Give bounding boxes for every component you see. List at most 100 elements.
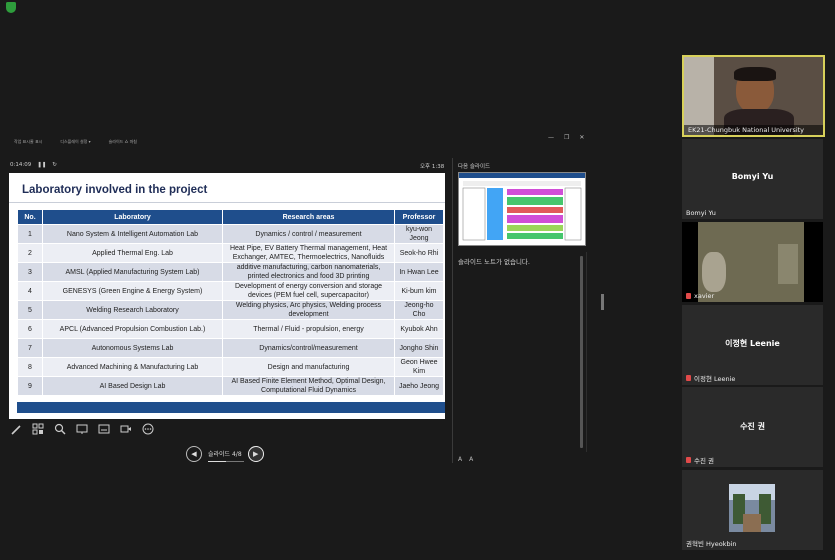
video-icon[interactable] — [119, 422, 133, 436]
lab-number-cell: 8 — [17, 357, 43, 377]
research-areas-cell: Design and manufacturing — [222, 357, 395, 377]
lab-number-cell: 1 — [17, 224, 43, 244]
current-slide[interactable]: Laboratory involved in the project No. L… — [9, 173, 445, 419]
research-areas-cell: Thermal / Fluid - propulsion, energy — [222, 319, 395, 339]
professor-cell: Jongho Shin — [394, 338, 444, 358]
table-row: 4 GENESYS (Green Engine & Energy System) D… — [17, 281, 444, 301]
next-slide-thumbnail[interactable] — [458, 172, 586, 246]
laboratory-cell: Advanced Machining & Manufacturing Lab — [42, 357, 223, 377]
participant-tile[interactable]: 수진 권 수진 권 — [682, 387, 823, 467]
participant-tile[interactable]: Bomyi Yu Bomyi Yu — [682, 139, 823, 219]
lab-number-cell: 5 — [17, 300, 43, 320]
previous-slide-button[interactable]: ◀ — [186, 445, 202, 462]
table-row: 9 AI Based Design Lab AI Based Finite Elem… — [17, 376, 444, 396]
resize-handle[interactable] — [601, 294, 604, 310]
presentation-timer: 0:14:09 ❚❚ ↻ — [10, 162, 57, 168]
restore-button[interactable]: ❐ — [564, 134, 569, 141]
clock: 오후 1:38 — [420, 164, 445, 170]
participant-name: 이정현 Leenie — [686, 373, 735, 383]
research-areas-cell: Heat Pipe, EV Battery Thermal management… — [222, 243, 395, 263]
table-row: 8 Advanced Machining & Manufacturing Lab D… — [17, 357, 444, 377]
participant-center-name: 이정현 Leenie — [725, 339, 780, 348]
next-slide-label: 다음 슬라이드 — [458, 164, 491, 170]
decrease-font-button[interactable]: A — [469, 456, 473, 463]
professor-cell: Ki-bum kim — [394, 281, 444, 301]
participant-hair — [734, 67, 776, 81]
subtitles-icon[interactable] — [97, 422, 111, 436]
shield-icon — [6, 2, 16, 13]
laboratory-table: No. Laboratory Research areas Professor … — [17, 209, 444, 396]
table-row: 3 AMSL (Applied Manufacturing System Lab)… — [17, 262, 444, 282]
next-slide-diagram — [459, 173, 585, 241]
title-divider — [9, 202, 445, 203]
photo-path — [743, 514, 761, 532]
mic-muted-icon — [686, 375, 691, 381]
participant-name: EK21-Chungbuk National University — [688, 126, 804, 134]
participant-name: 수진 권 — [686, 455, 714, 465]
slide-counter: 슬라이드 4/8 — [208, 449, 244, 462]
more-options-icon[interactable] — [141, 422, 155, 436]
reset-timer-button[interactable]: ↻ — [52, 162, 57, 168]
participant-name: xavier — [686, 292, 714, 300]
lab-number-cell: 6 — [17, 319, 43, 339]
zoom-icon[interactable] — [53, 422, 67, 436]
pointer-icon[interactable] — [75, 422, 89, 436]
notes-scrollbar[interactable] — [580, 256, 583, 448]
column-header: Research areas — [222, 209, 395, 225]
notes-font-controls: A A — [458, 456, 473, 463]
participant-name-label: EK21-Chungbuk National University — [688, 126, 805, 134]
participant-tile[interactable]: EK21-Chungbuk National University — [682, 55, 825, 137]
participant-name-label: 이정현 Leenie — [694, 375, 736, 383]
lab-number-cell: 2 — [17, 243, 43, 263]
increase-font-button[interactable]: A — [458, 456, 462, 463]
mic-muted-icon — [686, 457, 691, 463]
show-taskbar-button[interactable]: 작업 표시줄 표시 — [14, 139, 42, 145]
table-header-row: No. Laboratory Research areas Professor — [17, 209, 444, 225]
video-background — [778, 244, 798, 284]
notes-text: 슬라이드 노트가 없습니다. — [458, 258, 530, 266]
participant-name-label: xavier — [694, 292, 715, 300]
slide-counter-label: 슬라이드 4/8 — [208, 451, 242, 458]
professor-cell: Kyubok Ahn — [394, 319, 444, 339]
notes-panel[interactable] — [456, 252, 587, 452]
laboratory-cell: Applied Thermal Eng. Lab — [42, 243, 223, 263]
participant-tile[interactable]: xavier — [682, 222, 823, 302]
table-row: 5 Welding Research Laboratory Welding phys… — [17, 300, 444, 320]
mic-muted-icon — [686, 293, 691, 299]
participant-center-name: 수진 권 — [740, 422, 765, 431]
table-row: 2 Applied Thermal Eng. Lab Heat Pipe, EV B… — [17, 243, 444, 263]
participant-name: Bomyi Yu — [686, 209, 716, 217]
participant-name-label: 수진 권 — [694, 457, 715, 465]
participant-tile[interactable]: 이정현 Leenie 이정현 Leenie — [682, 305, 823, 385]
pen-icon[interactable] — [9, 422, 23, 436]
laboratory-cell: Welding Research Laboratory — [42, 300, 223, 320]
video-background — [684, 57, 714, 135]
research-areas-cell: Welding physics, Arc physics, Welding pr… — [222, 300, 395, 320]
lab-number-cell: 7 — [17, 338, 43, 358]
participant-tile[interactable]: 권혁빈 Hyeokbin — [682, 470, 823, 550]
laboratory-cell: Nano System & Intelligent Automation Lab — [42, 224, 223, 244]
presenter-toolbar: 작업 표시줄 표시 디스플레이 설정 ▾ 슬라이드 쇼 마침 — [14, 139, 137, 145]
professor-cell: Jaeho Jeong — [394, 376, 444, 396]
lab-number-cell: 3 — [17, 262, 43, 282]
all-slides-icon[interactable] — [31, 422, 45, 436]
next-slide-button[interactable]: ▶ — [247, 445, 264, 462]
laboratory-cell: Autonomous Systems Lab — [42, 338, 223, 358]
table-row: 7 Autonomous Systems Lab Dynamics/control/… — [17, 338, 444, 358]
pause-button[interactable]: ❚❚ — [37, 162, 46, 168]
professor-cell: In Hwan Lee — [394, 262, 444, 282]
display-settings-button[interactable]: 디스플레이 설정 ▾ — [60, 139, 90, 145]
column-header: Professor — [394, 209, 444, 225]
end-slideshow-button[interactable]: 슬라이드 쇼 마침 — [109, 139, 137, 145]
minimize-button[interactable]: — — [548, 134, 554, 141]
close-button[interactable]: ✕ — [579, 134, 584, 141]
lab-number-cell: 9 — [17, 376, 43, 396]
laboratory-cell: APCL (Advanced Propulsion Combustion Lab… — [42, 319, 223, 339]
participant-name: 권혁빈 Hyeokbin — [686, 538, 737, 548]
slide-footer-bar — [17, 402, 445, 413]
profile-photo — [729, 484, 775, 532]
laboratory-cell: AI Based Design Lab — [42, 376, 223, 396]
slide-title: Laboratory involved in the project — [22, 184, 208, 196]
lab-number-cell: 4 — [17, 281, 43, 301]
research-areas-cell: Dynamics/control/measurement — [222, 338, 395, 358]
